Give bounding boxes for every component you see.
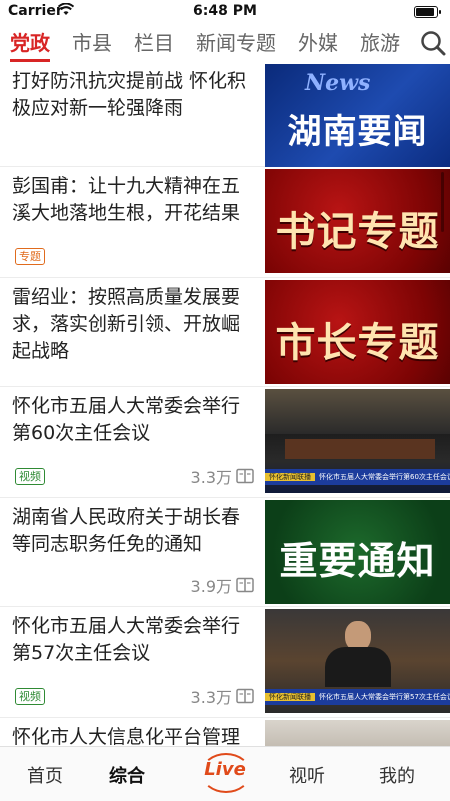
video-caption: 怀化新闻联播 怀化市五届人大常委会举行第60次主任会议	[265, 469, 450, 485]
news-thumbnail: 书记专题	[265, 169, 450, 273]
news-title: 怀化市五届人大常委会举行第60次主任会议	[12, 395, 241, 444]
thumbnail-text: 市长专题	[275, 320, 440, 366]
scroll-indicator[interactable]	[441, 172, 444, 232]
news-thumbnail: 怀化新闻联播 怀化市五届人大常委会举行第57次主任会议	[265, 609, 450, 713]
read-icon	[236, 577, 254, 593]
tab-tourism[interactable]: 旅游	[360, 27, 400, 62]
read-icon	[236, 688, 254, 704]
news-item[interactable]: 雷绍业：按照高质量发展要求，落实创新引领、开放崛起战略 市长专题	[0, 278, 450, 387]
clock: 6:48 PM	[193, 3, 257, 19]
view-count: 3.3万	[191, 464, 254, 488]
news-item[interactable]: 彭国甫：让十九大精神在五溪大地落地生根，开花结果 专题 书记专题	[0, 167, 450, 278]
topic-tag: 专题	[15, 248, 45, 265]
nav-live[interactable]: Live	[199, 753, 251, 793]
view-count-value: 3.9万	[190, 577, 232, 596]
news-title: 怀化市五届人大常委会举行第57次主任会议	[12, 615, 241, 664]
nav-watch[interactable]: 视听	[262, 762, 352, 788]
news-feed: 打好防汛抗灾提前战 怀化积极应对新一轮强降雨 News 湖南要闻 彭国甫：让十九…	[0, 62, 450, 746]
battery-icon	[414, 6, 441, 18]
news-thumbnail	[265, 720, 450, 746]
news-item[interactable]: 湖南省人民政府关于胡长春等同志职务任免的通知 3.9万 重要通知	[0, 498, 450, 607]
news-title: 打好防汛抗灾提前战 怀化积极应对新一轮强降雨	[12, 70, 247, 119]
tab-foreign-media[interactable]: 外媒	[298, 27, 338, 62]
news-title: 彭国甫：让十九大精神在五溪大地落地生根，开花结果	[12, 175, 241, 224]
news-item[interactable]: 怀化市人大信息化平台管理	[0, 718, 450, 746]
search-button[interactable]	[410, 24, 450, 62]
thumbnail-text: 湖南要闻	[287, 112, 428, 152]
video-tag: 视频	[15, 468, 45, 485]
news-thumbnail: 重要通知	[265, 500, 450, 604]
tab-city-county[interactable]: 市县	[72, 27, 112, 62]
news-title: 怀化市人大信息化平台管理	[12, 726, 241, 746]
news-item[interactable]: 怀化市五届人大常委会举行第60次主任会议 视频 3.3万 怀化新闻联播 怀化市五届…	[0, 387, 450, 498]
tab-columns[interactable]: 栏目	[134, 27, 174, 62]
news-title: 湖南省人民政府关于胡长春等同志职务任免的通知	[12, 506, 241, 555]
thumbnail-text: 书记专题	[275, 209, 440, 255]
search-icon	[421, 31, 446, 56]
caption-brand: 怀化新闻联播	[265, 473, 315, 481]
bottom-navigation: 首页 综合 Live 视听 我的	[0, 746, 450, 801]
caption-text: 怀化市五届人大常委会举行第60次主任会议	[319, 473, 450, 481]
tab-party-government[interactable]: 党政	[10, 27, 50, 62]
news-thumbnail: News 湖南要闻	[265, 64, 450, 168]
nav-general[interactable]: 综合	[82, 762, 172, 788]
video-caption: 怀化新闻联播 怀化市五届人大常委会举行第57次主任会议	[265, 689, 450, 705]
tab-news-topics[interactable]: 新闻专题	[196, 27, 276, 62]
nav-home[interactable]: 首页	[0, 762, 90, 788]
live-label: Live	[204, 759, 246, 780]
caption-brand: 怀化新闻联播	[265, 693, 315, 701]
news-title: 雷绍业：按照高质量发展要求，落实创新引领、开放崛起战略	[12, 286, 241, 362]
news-item[interactable]: 怀化市五届人大常委会举行第57次主任会议 视频 3.3万 怀化新闻联播 怀化市五届…	[0, 607, 450, 718]
news-item[interactable]: 打好防汛抗灾提前战 怀化积极应对新一轮强降雨 News 湖南要闻	[0, 62, 450, 168]
category-tabbar: 党政 市县 栏目 新闻专题 外媒 旅游	[0, 24, 450, 63]
thumbnail-text: 重要通知	[279, 539, 436, 583]
view-count: 3.3万	[191, 684, 254, 708]
view-count: 3.9万	[191, 573, 254, 597]
view-count-value: 3.3万	[190, 468, 232, 487]
read-icon	[236, 468, 254, 484]
status-bar: Carrier 6:48 PM	[0, 0, 450, 24]
nav-mine[interactable]: 我的	[352, 762, 442, 788]
thumbnail-sub: News	[305, 70, 371, 96]
view-count-value: 3.3万	[190, 688, 232, 707]
news-thumbnail: 怀化新闻联播 怀化市五届人大常委会举行第60次主任会议	[265, 389, 450, 493]
video-tag: 视频	[15, 688, 45, 705]
caption-text: 怀化市五届人大常委会举行第57次主任会议	[319, 693, 450, 701]
news-thumbnail: 市长专题	[265, 280, 450, 384]
